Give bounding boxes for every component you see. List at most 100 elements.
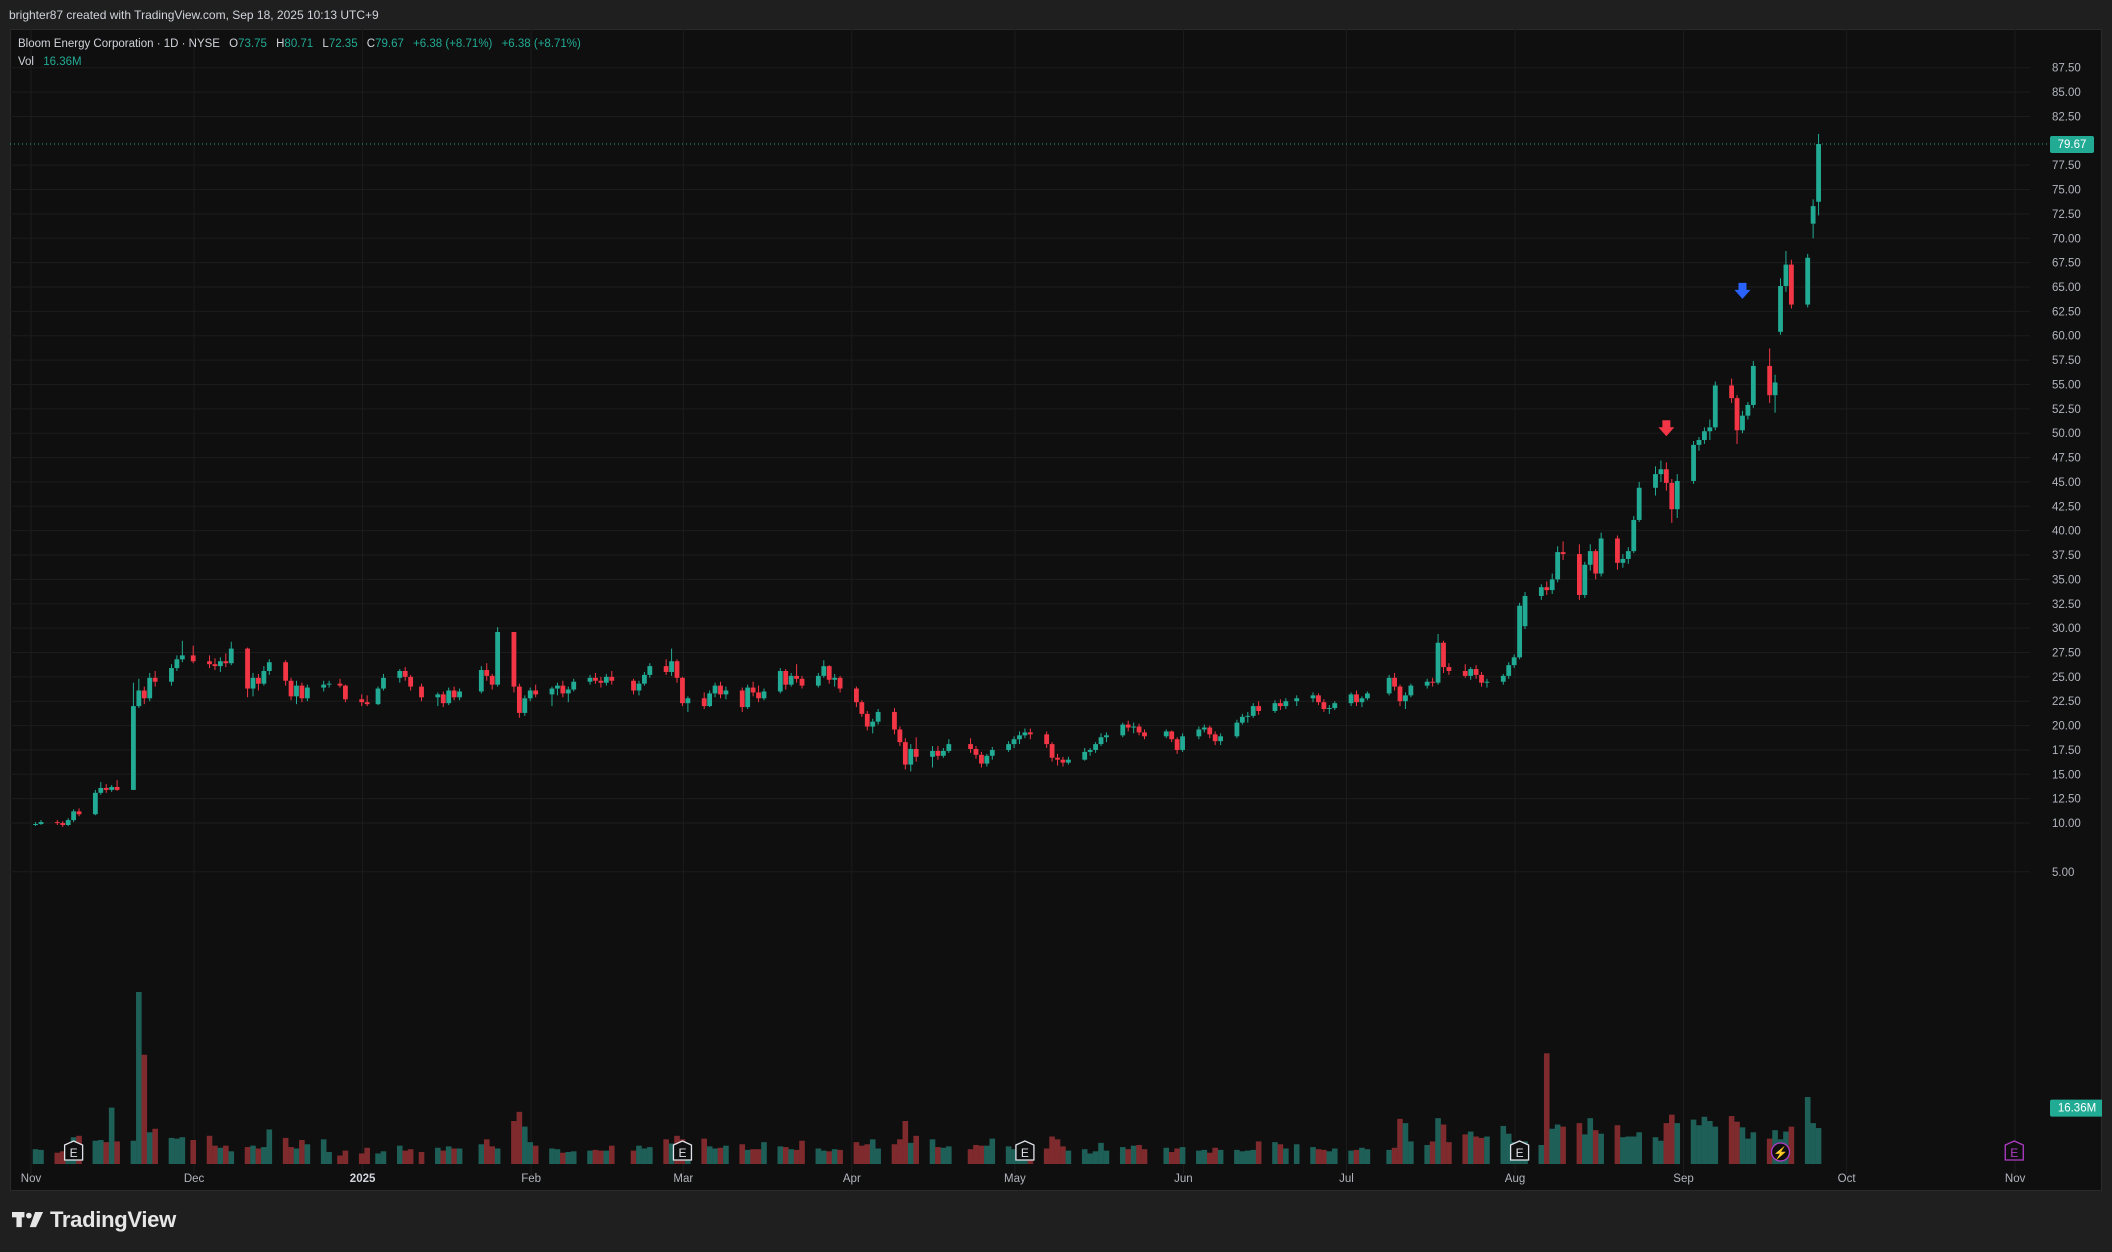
- candle-body: [527, 690, 533, 699]
- candle-body: [114, 786, 120, 790]
- brand[interactable]: TradingView: [12, 1207, 176, 1233]
- volume-bar: [1293, 1144, 1300, 1164]
- y-tick-label: 10.00: [2052, 818, 2081, 830]
- candle: [1207, 725, 1213, 739]
- candle-body: [875, 711, 881, 722]
- volume-bar: [522, 1126, 528, 1164]
- sell-arrow-icon: [1658, 420, 1675, 437]
- candle-body: [1354, 694, 1359, 703]
- candle-body: [54, 822, 60, 824]
- candle-body: [1283, 701, 1289, 707]
- candle: [1778, 278, 1783, 335]
- candle-body: [783, 671, 789, 685]
- candle-body: [680, 677, 685, 704]
- volume-bar: [1707, 1120, 1713, 1164]
- volume-bar: [1201, 1149, 1208, 1164]
- candle-body: [864, 713, 870, 727]
- earnings-icon: E: [63, 1140, 84, 1161]
- candle: [1740, 410, 1745, 434]
- volume-bar: [54, 1152, 61, 1164]
- candle-body: [1055, 757, 1060, 760]
- volume-bar: [1538, 1144, 1545, 1164]
- candle: [174, 655, 180, 672]
- volume-bar: [549, 1148, 555, 1164]
- candle-body: [897, 729, 903, 743]
- volume-bar: [440, 1150, 447, 1164]
- event-label: ⚡: [1773, 1146, 1788, 1160]
- candle-body: [1234, 722, 1240, 737]
- candle-body: [294, 685, 299, 697]
- candle: [1044, 731, 1050, 748]
- candle-body: [603, 676, 609, 683]
- candle-body: [571, 681, 577, 690]
- candle: [397, 669, 403, 683]
- volume-bar: [1669, 1114, 1675, 1164]
- candle: [1397, 684, 1403, 707]
- candle-body: [1131, 726, 1137, 728]
- event-label: E: [2010, 1146, 2018, 1160]
- candle: [1522, 592, 1528, 630]
- candle: [283, 660, 289, 686]
- candle-body: [1017, 735, 1022, 740]
- volume-bar: [435, 1147, 441, 1164]
- candle-body: [1767, 365, 1773, 396]
- candle-body: [1441, 642, 1446, 668]
- candle: [1810, 199, 1816, 239]
- candle: [815, 672, 821, 688]
- candle-body: [1278, 703, 1283, 707]
- event-label: E: [1021, 1146, 1029, 1160]
- brand-name: TradingView: [50, 1207, 176, 1232]
- candle: [799, 675, 805, 689]
- candle: [337, 678, 343, 688]
- candle: [54, 820, 60, 825]
- volume-bar: [712, 1148, 718, 1164]
- candle-body: [1310, 695, 1316, 699]
- y-tick-label: 57.50: [2052, 355, 2081, 367]
- volume-bar: [1397, 1118, 1403, 1164]
- candle: [663, 659, 669, 675]
- volume-bar: [304, 1144, 311, 1164]
- volume-bar: [407, 1149, 414, 1164]
- candle: [864, 710, 870, 731]
- candle: [1386, 674, 1392, 696]
- y-tick-label: 12.50: [2052, 794, 2081, 806]
- candle-body: [1555, 552, 1561, 580]
- candle-body: [908, 748, 914, 765]
- volume-bar: [1750, 1132, 1757, 1164]
- volume-bar: [146, 1132, 153, 1164]
- volume-bar: [244, 1147, 251, 1164]
- y-tick-label: 17.50: [2052, 745, 2081, 757]
- candle-body: [1631, 519, 1637, 552]
- credit-text: brighter87 created with TradingView.com,…: [9, 8, 379, 22]
- volume-bar: [299, 1140, 305, 1164]
- volume-bar: [1587, 1118, 1594, 1164]
- price-chart[interactable]: 87.50 85.00 82.50 77.50 75.00 72.50 70.00 67.50…: [10, 29, 2102, 1191]
- candle: [674, 659, 680, 683]
- candle: [908, 744, 914, 772]
- candle: [38, 820, 44, 825]
- y-tick-label: 22.50: [2052, 696, 2081, 708]
- candle-body: [641, 674, 647, 684]
- candle: [1125, 720, 1131, 732]
- candle: [228, 641, 234, 666]
- candle: [92, 789, 98, 816]
- volume-bar: [255, 1148, 262, 1164]
- volume-bar: [228, 1151, 235, 1164]
- volume-value: 16.36M: [43, 56, 82, 68]
- volume-bar: [1630, 1136, 1637, 1164]
- volume-bar: [1712, 1126, 1719, 1164]
- candle-body: [946, 744, 952, 751]
- volume-bar: [190, 1140, 197, 1164]
- candle: [1772, 374, 1778, 413]
- candle-body: [1256, 706, 1262, 711]
- earnings-icon: E: [2004, 1140, 2024, 1161]
- candle-body: [1430, 681, 1436, 683]
- candle: [343, 684, 348, 703]
- y-tick-label: 50.00: [2052, 428, 2081, 440]
- volume-bar: [266, 1129, 273, 1164]
- candle-body: [408, 676, 414, 687]
- candle: [718, 681, 723, 699]
- volume-bar: [342, 1150, 349, 1164]
- volume-bar: [565, 1152, 572, 1164]
- tradingview-logo-icon: [12, 1212, 44, 1228]
